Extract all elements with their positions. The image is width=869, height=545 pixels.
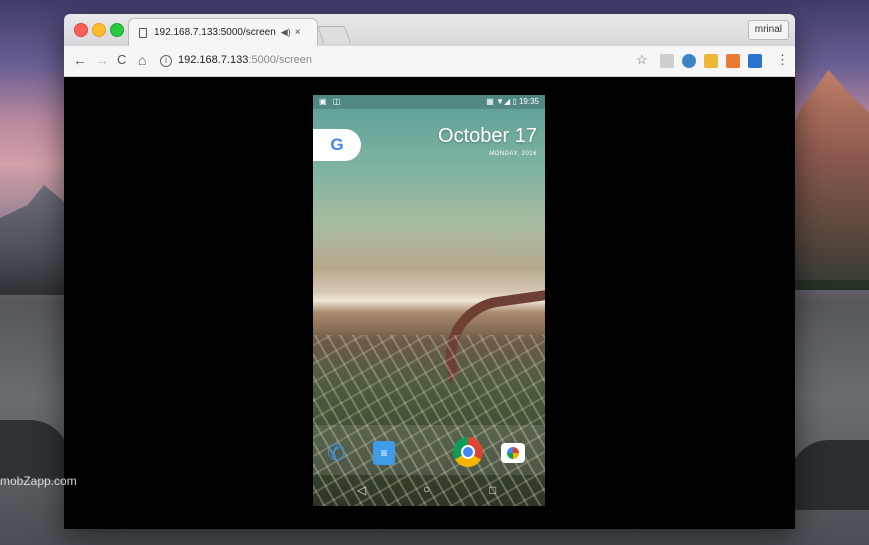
phone-screen-mirror[interactable]: ▣ ◫ ▦ ▼◢ ▯ 19:35 G October 17 MONDAY, 20…	[313, 95, 545, 506]
title-bar: 192.168.7.133:5000/screen ◀) × mrinal	[64, 14, 795, 46]
desktop-rocks-right	[789, 440, 869, 510]
close-window-button[interactable]	[74, 23, 88, 37]
phone-app-icon[interactable]: ✆	[327, 441, 351, 465]
extension-icon-2[interactable]	[682, 54, 696, 68]
messages-app-icon[interactable]: ≡	[373, 441, 395, 465]
tab-title: 192.168.7.133:5000/screen	[154, 27, 276, 38]
new-tab-button[interactable]	[316, 26, 352, 43]
toolbar: ← → C ⌂ i 192.168.7.133:5000/screen ☆ ⋮	[64, 46, 795, 77]
phone-status-bar: ▣ ◫ ▦ ▼◢ ▯ 19:35	[313, 95, 545, 109]
extension-icon-4[interactable]	[726, 54, 740, 68]
menu-icon[interactable]: ⋮	[776, 52, 789, 68]
notification-icons: ▣ ◫	[319, 97, 343, 106]
camera-app-icon[interactable]	[501, 443, 525, 463]
page-icon	[139, 27, 147, 38]
maximize-window-button[interactable]	[110, 23, 124, 37]
extension-icon-3[interactable]	[704, 54, 718, 68]
watermark: mobZapp.com	[0, 474, 77, 488]
url-host: 192.168.7.133	[178, 54, 249, 66]
back-arrow-icon[interactable]: ←	[73, 52, 87, 68]
date-widget[interactable]: October 17	[438, 125, 537, 148]
minimize-window-button[interactable]	[92, 23, 106, 37]
profile-button[interactable]: mrinal	[747, 20, 789, 40]
phone-nav-bar: ◁ ○ □	[313, 479, 545, 505]
close-tab-icon[interactable]: ×	[295, 27, 301, 38]
browser-window: 192.168.7.133:5000/screen ◀) × mrinal ← …	[64, 14, 795, 529]
tab-screen[interactable]: 192.168.7.133:5000/screen ◀) ×	[128, 18, 318, 46]
app-dock: ✆ ≡	[313, 425, 545, 475]
extension-icon-5[interactable]	[748, 54, 762, 68]
home-icon[interactable]: ⌂	[138, 52, 146, 68]
back-triangle-icon[interactable]: ◁	[357, 483, 366, 497]
url-path: :5000/screen	[248, 54, 312, 66]
reload-icon[interactable]: C	[117, 52, 126, 68]
bookmark-star-icon[interactable]: ☆	[636, 52, 648, 68]
forward-arrow-icon[interactable]: →	[95, 52, 109, 68]
page-content: ▣ ◫ ▦ ▼◢ ▯ 19:35 G October 17 MONDAY, 20…	[64, 77, 795, 529]
chrome-app-icon[interactable]	[453, 437, 483, 467]
info-icon[interactable]: i	[160, 54, 172, 67]
google-icon: G	[330, 135, 344, 154]
speaker-icon[interactable]: ◀)	[281, 27, 291, 38]
google-search-widget[interactable]: G	[313, 129, 361, 161]
address-bar[interactable]: i 192.168.7.133:5000/screen	[160, 51, 630, 70]
status-icons: ▦ ▼◢ ▯ 19:35	[486, 97, 539, 106]
recents-square-icon[interactable]: □	[489, 483, 496, 497]
extension-icon-1[interactable]	[660, 54, 674, 68]
weekday-label: MONDAY, 2016	[489, 151, 537, 157]
home-circle-icon[interactable]: ○	[423, 482, 430, 496]
